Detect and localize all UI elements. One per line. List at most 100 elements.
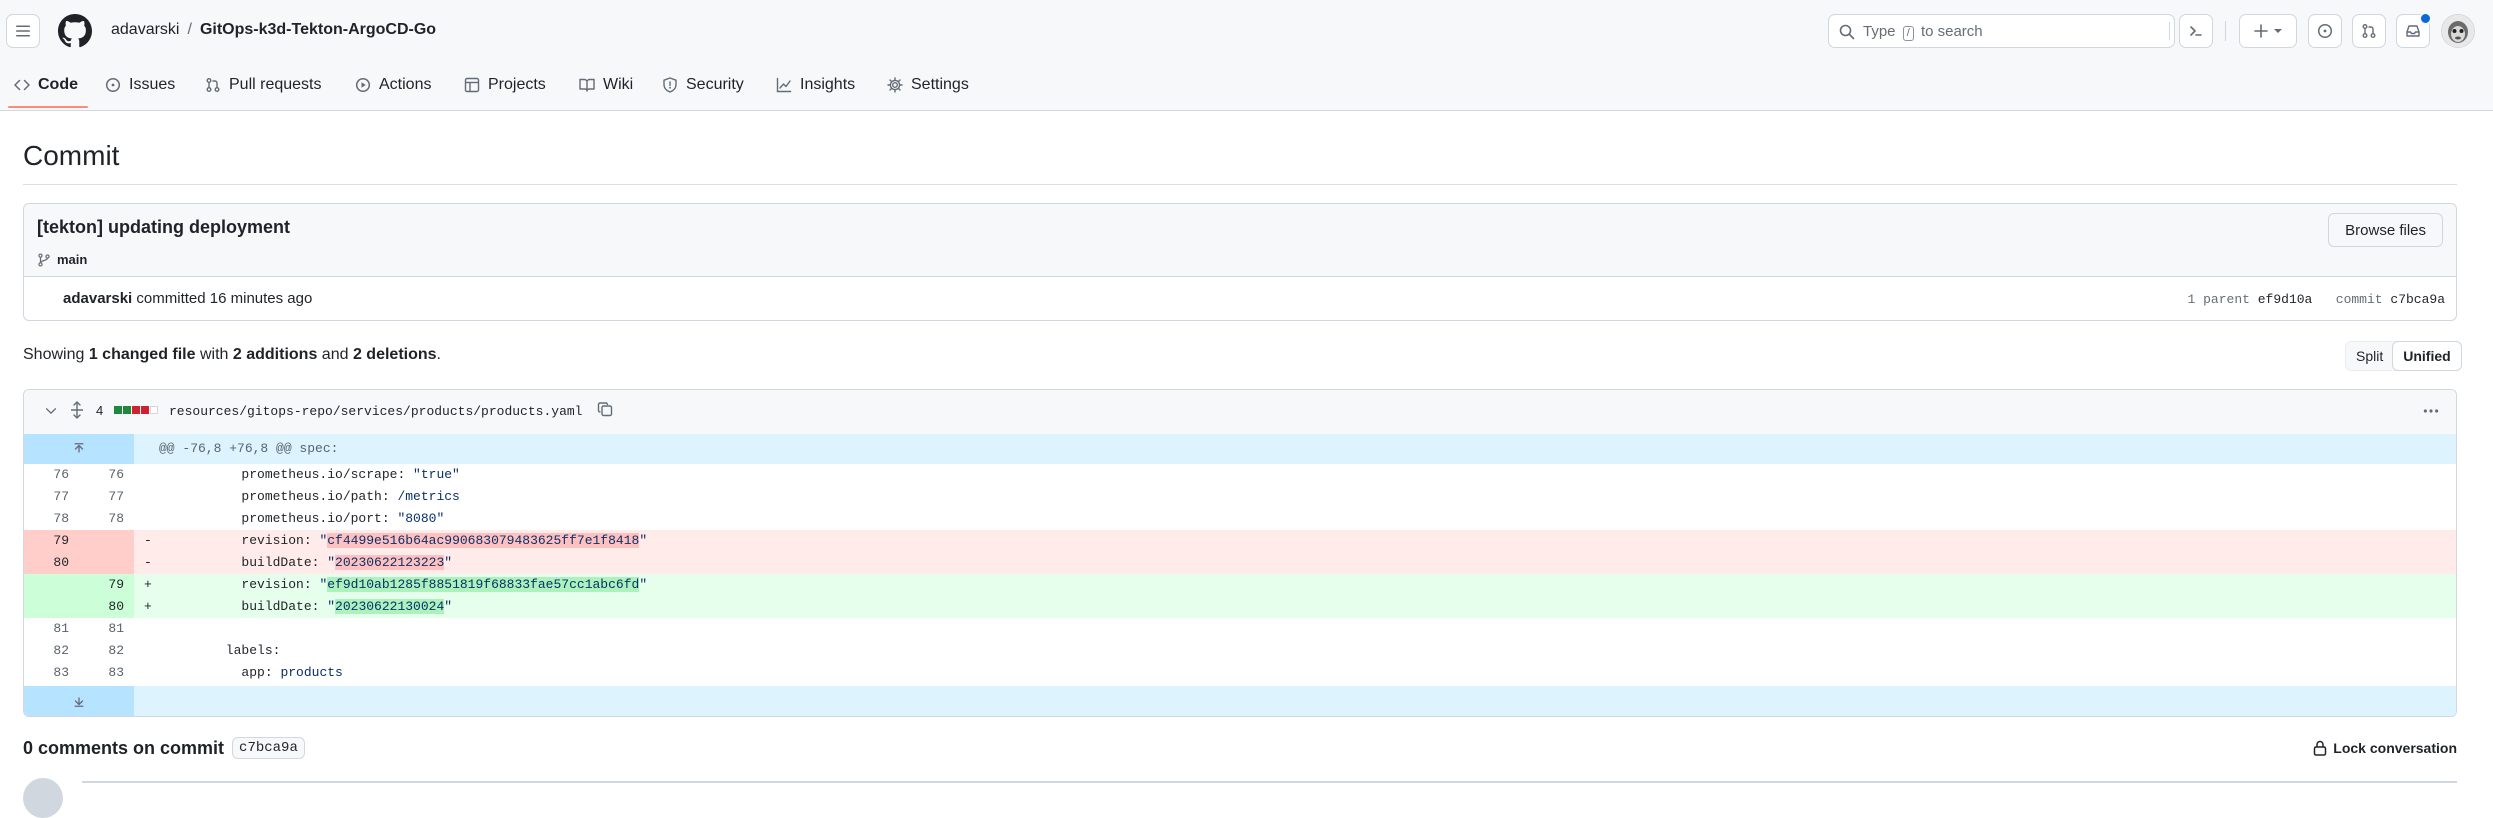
parent-sha-link[interactable]: ef9d10a bbox=[2258, 292, 2313, 307]
tab-settings[interactable]: Settings bbox=[887, 72, 969, 98]
tab-label: Issues bbox=[129, 76, 176, 93]
changed-text: 20230622123223 bbox=[335, 555, 445, 570]
tab-wiki[interactable]: Wiki bbox=[579, 72, 633, 98]
search-input[interactable]: Type / to search bbox=[1828, 14, 2175, 48]
tab-security[interactable]: Security bbox=[662, 72, 744, 98]
old-line-number[interactable]: 82 bbox=[24, 640, 79, 662]
diff-line-addition: 79 + revision: "ef9d10ab1285f8851819f6883… bbox=[24, 574, 2456, 596]
tab-issues[interactable]: Issues bbox=[105, 72, 175, 98]
lock-conversation-label: Lock conversation bbox=[2333, 740, 2457, 756]
plus-icon bbox=[2254, 24, 2268, 38]
new-line-number[interactable]: 77 bbox=[79, 486, 134, 508]
command-palette-button[interactable] bbox=[2179, 14, 2213, 48]
new-line-number[interactable] bbox=[79, 530, 134, 552]
avatar-image bbox=[2442, 15, 2474, 47]
commit-time: 16 minutes ago bbox=[209, 290, 313, 307]
pull-requests-button[interactable] bbox=[2352, 14, 2386, 48]
old-line-number[interactable]: 83 bbox=[24, 662, 79, 684]
additions-count: 2 additions bbox=[232, 346, 318, 363]
changed-files-count: 1 changed file bbox=[88, 346, 196, 363]
old-line-number[interactable]: 80 bbox=[24, 552, 79, 574]
owner-link[interactable]: adavarski bbox=[111, 21, 179, 38]
chevron-down-icon[interactable] bbox=[44, 404, 58, 418]
github-logo-icon[interactable] bbox=[58, 14, 92, 48]
user-avatar[interactable] bbox=[2441, 14, 2475, 48]
new-line-number[interactable]: 79 bbox=[79, 574, 134, 596]
inbox-button[interactable] bbox=[2396, 12, 2432, 48]
file-diff: 4 resources/gitops-repo/services/product… bbox=[23, 389, 2457, 717]
breadcrumb-separator: / bbox=[187, 21, 192, 38]
pull-request-icon bbox=[206, 78, 220, 92]
expand-up-button[interactable] bbox=[24, 434, 134, 464]
code-icon bbox=[14, 79, 30, 91]
new-line-number[interactable]: 78 bbox=[79, 508, 134, 530]
repo-link[interactable]: GitOps-k3d-Tekton-ArgoCD-Go bbox=[200, 21, 436, 38]
table-icon bbox=[464, 77, 480, 93]
expand-down-button[interactable] bbox=[24, 686, 134, 716]
comments-commit-sha: c7bca9a bbox=[232, 737, 305, 759]
diff-line-deletion: 80 - buildDate: "20230622123223" bbox=[24, 552, 2456, 574]
kebab-horizontal-icon[interactable] bbox=[2422, 402, 2440, 420]
line-code: buildDate: "20230622130024" bbox=[179, 599, 453, 614]
diff-line: 81 81 bbox=[24, 618, 2456, 640]
diff-line: 82 82 labels: bbox=[24, 640, 2456, 662]
graph-icon bbox=[776, 77, 792, 93]
issues-button[interactable] bbox=[2308, 14, 2342, 48]
menu-button[interactable] bbox=[6, 14, 40, 48]
line-code: prometheus.io/path: /metrics bbox=[179, 489, 460, 504]
create-new-button[interactable] bbox=[2239, 14, 2297, 48]
parent-label: 1 parent bbox=[2187, 292, 2250, 307]
git-pull-request-icon bbox=[2362, 24, 2376, 38]
tab-insights[interactable]: Insights bbox=[776, 72, 855, 98]
commit-header: [tekton] updating deployment main Browse… bbox=[24, 204, 2456, 277]
old-line-number[interactable]: 77 bbox=[24, 486, 79, 508]
new-line-number[interactable]: 81 bbox=[79, 618, 134, 640]
tab-code[interactable]: Code bbox=[14, 72, 78, 98]
commit-author-line: adavarski committed 16 minutes ago bbox=[63, 290, 312, 307]
changed-text: ef9d10ab1285f8851819f68833fae57cc1abc6fd bbox=[327, 577, 640, 592]
diff-summary: Showing 1 changed file with 2 additions … bbox=[23, 346, 441, 363]
gear-icon bbox=[887, 77, 903, 93]
page-title: Commit bbox=[23, 140, 120, 171]
commit-summary-box: [tekton] updating deployment main Browse… bbox=[23, 203, 2457, 321]
unfold-icon[interactable] bbox=[69, 401, 85, 419]
new-line-number[interactable]: 80 bbox=[79, 596, 134, 618]
hamburger-icon bbox=[16, 25, 30, 37]
tab-actions[interactable]: Actions bbox=[355, 72, 431, 98]
old-line-number[interactable]: 76 bbox=[24, 464, 79, 486]
old-line-number[interactable]: 81 bbox=[24, 618, 79, 640]
diff-line: 77 77 prometheus.io/path: /metrics bbox=[24, 486, 2456, 508]
terminal-icon bbox=[2190, 26, 2202, 36]
old-line-number[interactable] bbox=[24, 574, 79, 596]
old-line-number[interactable]: 78 bbox=[24, 508, 79, 530]
lock-conversation-button[interactable]: Lock conversation bbox=[2313, 740, 2457, 756]
new-line-number[interactable] bbox=[79, 552, 134, 574]
old-line-number[interactable] bbox=[24, 596, 79, 618]
diffstat-blocks bbox=[114, 406, 158, 414]
branch-label[interactable]: main bbox=[37, 252, 87, 267]
tab-label: Projects bbox=[488, 76, 546, 93]
browse-files-button[interactable]: Browse files bbox=[2328, 213, 2443, 247]
new-line-number[interactable]: 83 bbox=[79, 662, 134, 684]
author-link[interactable]: adavarski bbox=[63, 290, 132, 307]
diff-change-count: 4 bbox=[96, 403, 104, 418]
line-code: app: products bbox=[179, 665, 343, 680]
play-icon bbox=[355, 77, 371, 93]
unified-view-button[interactable]: Unified bbox=[2392, 341, 2462, 371]
line-code: prometheus.io/scrape: "true" bbox=[179, 467, 460, 482]
diff-line-addition: 80 + buildDate: "20230622130024" bbox=[24, 596, 2456, 618]
expand-down-row bbox=[24, 686, 2456, 716]
new-line-number[interactable]: 82 bbox=[79, 640, 134, 662]
old-line-number[interactable]: 79 bbox=[24, 530, 79, 552]
copy-icon[interactable] bbox=[597, 401, 613, 417]
tab-projects[interactable]: Projects bbox=[464, 72, 546, 98]
split-view-button[interactable]: Split bbox=[2346, 342, 2393, 370]
fold-down-icon bbox=[74, 697, 84, 707]
issue-opened-icon bbox=[2317, 23, 2333, 39]
title-divider bbox=[23, 184, 2457, 185]
notification-dot bbox=[2419, 12, 2432, 25]
new-line-number[interactable]: 76 bbox=[79, 464, 134, 486]
tab-pull-requests[interactable]: Pull requests bbox=[205, 72, 322, 98]
file-path[interactable]: resources/gitops-repo/services/products/… bbox=[169, 404, 582, 419]
repo-navigation: Code Issues Pull requests Actions Projec… bbox=[0, 62, 2493, 110]
